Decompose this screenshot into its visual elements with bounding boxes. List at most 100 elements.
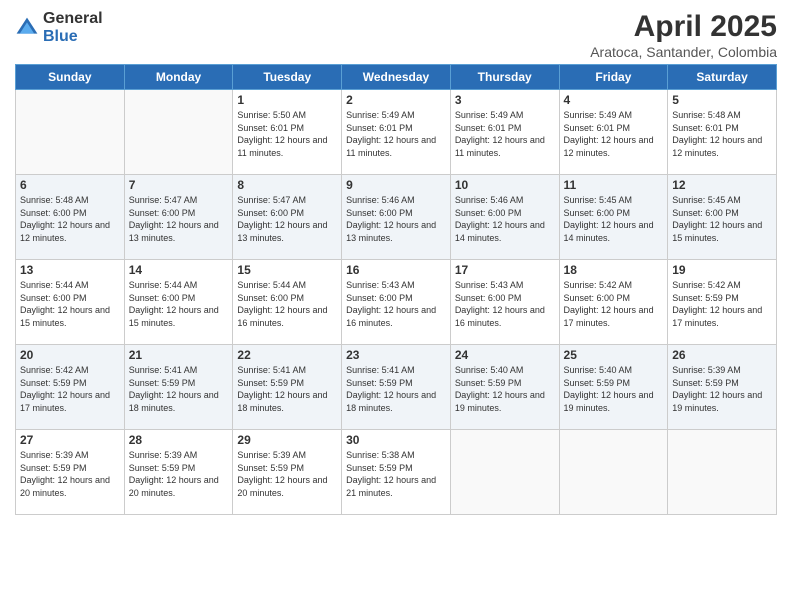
day-info: Sunrise: 5:39 AM Sunset: 5:59 PM Dayligh…	[672, 364, 772, 414]
day-info: Sunrise: 5:44 AM Sunset: 6:00 PM Dayligh…	[129, 279, 229, 329]
day-number: 12	[672, 178, 772, 192]
table-row: 25Sunrise: 5:40 AM Sunset: 5:59 PM Dayli…	[559, 345, 668, 430]
logo: General Blue	[15, 10, 103, 45]
day-number: 14	[129, 263, 229, 277]
col-saturday: Saturday	[668, 65, 777, 90]
col-friday: Friday	[559, 65, 668, 90]
table-row	[559, 430, 668, 515]
day-number: 15	[237, 263, 337, 277]
table-row	[450, 430, 559, 515]
day-number: 5	[672, 93, 772, 107]
table-row	[124, 90, 233, 175]
day-info: Sunrise: 5:47 AM Sunset: 6:00 PM Dayligh…	[129, 194, 229, 244]
table-row: 22 Sunrise: 5:41 AM Sunset: 5:59 PM Dayli…	[233, 345, 342, 430]
table-row: 18 Sunrise: 5:42 AM Sunset: 6:00 PM Dayli…	[559, 260, 668, 345]
table-row: 4Sunrise: 5:49 AM Sunset: 6:01 PM Daylig…	[559, 90, 668, 175]
day-info: Sunrise: 5:46 AM Sunset: 6:00 PM Dayligh…	[455, 194, 555, 244]
calendar-week-row-5: 27 Sunrise: 5:39 AM Sunset: 5:59 PM Dayli…	[16, 430, 777, 515]
day-info: Sunrise: 5:47 AM Sunset: 6:00 PM Dayligh…	[237, 194, 337, 244]
calendar-week-row-4: 20 Sunrise: 5:42 AM Sunset: 5:59 PM Dayli…	[16, 345, 777, 430]
day-info: Sunrise: 5:43 AM Sunset: 6:00 PM Dayligh…	[455, 279, 555, 329]
day-info: Sunrise: 5:39 AM Sunset: 5:59 PM Dayligh…	[20, 449, 120, 499]
day-info: Sunrise: 5:44 AM Sunset: 6:00 PM Dayligh…	[237, 279, 337, 329]
table-row: 8 Sunrise: 5:47 AM Sunset: 6:00 PM Daylig…	[233, 175, 342, 260]
table-row: 5 Sunrise: 5:48 AM Sunset: 6:01 PM Daylig…	[668, 90, 777, 175]
table-row: 16 Sunrise: 5:43 AM Sunset: 6:00 PM Dayli…	[342, 260, 451, 345]
day-number: 3	[455, 93, 555, 107]
day-number: 23	[346, 348, 446, 362]
table-row: 27 Sunrise: 5:39 AM Sunset: 5:59 PM Dayli…	[16, 430, 125, 515]
day-info: Sunrise: 5:39 AM Sunset: 5:59 PM Dayligh…	[129, 449, 229, 499]
day-info: Sunrise: 5:40 AM Sunset: 5:59 PM Dayligh…	[564, 364, 664, 414]
table-row: 17 Sunrise: 5:43 AM Sunset: 6:00 PM Dayli…	[450, 260, 559, 345]
day-info: Sunrise: 5:45 AM Sunset: 6:00 PM Dayligh…	[564, 194, 664, 244]
day-number: 24	[455, 348, 555, 362]
day-number: 27	[20, 433, 120, 447]
calendar-table: Sunday Monday Tuesday Wednesday Thursday…	[15, 64, 777, 515]
day-number: 30	[346, 433, 446, 447]
table-row: 19 Sunrise: 5:42 AM Sunset: 5:59 PM Dayli…	[668, 260, 777, 345]
day-info: Sunrise: 5:41 AM Sunset: 5:59 PM Dayligh…	[346, 364, 446, 414]
table-row	[16, 90, 125, 175]
day-number: 18	[564, 263, 664, 277]
day-number: 7	[129, 178, 229, 192]
day-info: Sunrise: 5:48 AM Sunset: 6:00 PM Dayligh…	[20, 194, 120, 244]
day-number: 22	[237, 348, 337, 362]
table-row: 12 Sunrise: 5:45 AM Sunset: 6:00 PM Dayli…	[668, 175, 777, 260]
day-info: Sunrise: 5:48 AM Sunset: 6:01 PM Dayligh…	[672, 109, 772, 159]
day-info: Sunrise: 5:45 AM Sunset: 6:00 PM Dayligh…	[672, 194, 772, 244]
day-number: 20	[20, 348, 120, 362]
table-row: 10 Sunrise: 5:46 AM Sunset: 6:00 PM Dayli…	[450, 175, 559, 260]
day-info: Sunrise: 5:42 AM Sunset: 5:59 PM Dayligh…	[672, 279, 772, 329]
table-row: 30Sunrise: 5:38 AM Sunset: 5:59 PM Dayli…	[342, 430, 451, 515]
day-info: Sunrise: 5:50 AM Sunset: 6:01 PM Dayligh…	[237, 109, 337, 159]
day-number: 17	[455, 263, 555, 277]
day-number: 10	[455, 178, 555, 192]
day-number: 8	[237, 178, 337, 192]
table-row: 1 Sunrise: 5:50 AM Sunset: 6:01 PM Daylig…	[233, 90, 342, 175]
day-number: 4	[564, 93, 664, 107]
table-row	[668, 430, 777, 515]
col-tuesday: Tuesday	[233, 65, 342, 90]
page: General Blue April 2025 Aratoca, Santand…	[0, 0, 792, 612]
day-number: 21	[129, 348, 229, 362]
day-info: Sunrise: 5:46 AM Sunset: 6:00 PM Dayligh…	[346, 194, 446, 244]
calendar-header-row: Sunday Monday Tuesday Wednesday Thursday…	[16, 65, 777, 90]
day-number: 13	[20, 263, 120, 277]
table-row: 11 Sunrise: 5:45 AM Sunset: 6:00 PM Dayli…	[559, 175, 668, 260]
table-row: 3 Sunrise: 5:49 AM Sunset: 6:01 PM Daylig…	[450, 90, 559, 175]
day-info: Sunrise: 5:49 AM Sunset: 6:01 PM Dayligh…	[455, 109, 555, 159]
logo-icon	[15, 16, 39, 40]
day-number: 1	[237, 93, 337, 107]
table-row: 26Sunrise: 5:39 AM Sunset: 5:59 PM Dayli…	[668, 345, 777, 430]
logo-text: General Blue	[43, 10, 103, 45]
day-number: 29	[237, 433, 337, 447]
table-row: 14 Sunrise: 5:44 AM Sunset: 6:00 PM Dayli…	[124, 260, 233, 345]
table-row: 2Sunrise: 5:49 AM Sunset: 6:01 PM Daylig…	[342, 90, 451, 175]
logo-general-text: General	[43, 10, 103, 28]
day-info: Sunrise: 5:42 AM Sunset: 6:00 PM Dayligh…	[564, 279, 664, 329]
day-info: Sunrise: 5:41 AM Sunset: 5:59 PM Dayligh…	[129, 364, 229, 414]
day-number: 19	[672, 263, 772, 277]
table-row: 23 Sunrise: 5:41 AM Sunset: 5:59 PM Dayli…	[342, 345, 451, 430]
table-row: 7 Sunrise: 5:47 AM Sunset: 6:00 PM Daylig…	[124, 175, 233, 260]
table-row: 29 Sunrise: 5:39 AM Sunset: 5:59 PM Dayli…	[233, 430, 342, 515]
day-number: 6	[20, 178, 120, 192]
day-info: Sunrise: 5:41 AM Sunset: 5:59 PM Dayligh…	[237, 364, 337, 414]
day-info: Sunrise: 5:39 AM Sunset: 5:59 PM Dayligh…	[237, 449, 337, 499]
table-row: 21 Sunrise: 5:41 AM Sunset: 5:59 PM Dayli…	[124, 345, 233, 430]
day-number: 11	[564, 178, 664, 192]
table-row: 13Sunrise: 5:44 AM Sunset: 6:00 PM Dayli…	[16, 260, 125, 345]
day-number: 2	[346, 93, 446, 107]
col-wednesday: Wednesday	[342, 65, 451, 90]
day-info: Sunrise: 5:42 AM Sunset: 5:59 PM Dayligh…	[20, 364, 120, 414]
table-row: 6 Sunrise: 5:48 AM Sunset: 6:00 PM Daylig…	[16, 175, 125, 260]
day-number: 16	[346, 263, 446, 277]
day-number: 9	[346, 178, 446, 192]
calendar-week-row-1: 1 Sunrise: 5:50 AM Sunset: 6:01 PM Daylig…	[16, 90, 777, 175]
day-info: Sunrise: 5:43 AM Sunset: 6:00 PM Dayligh…	[346, 279, 446, 329]
calendar-week-row-2: 6 Sunrise: 5:48 AM Sunset: 6:00 PM Daylig…	[16, 175, 777, 260]
table-row: 20 Sunrise: 5:42 AM Sunset: 5:59 PM Dayli…	[16, 345, 125, 430]
col-sunday: Sunday	[16, 65, 125, 90]
header-row: General Blue April 2025 Aratoca, Santand…	[15, 10, 777, 60]
